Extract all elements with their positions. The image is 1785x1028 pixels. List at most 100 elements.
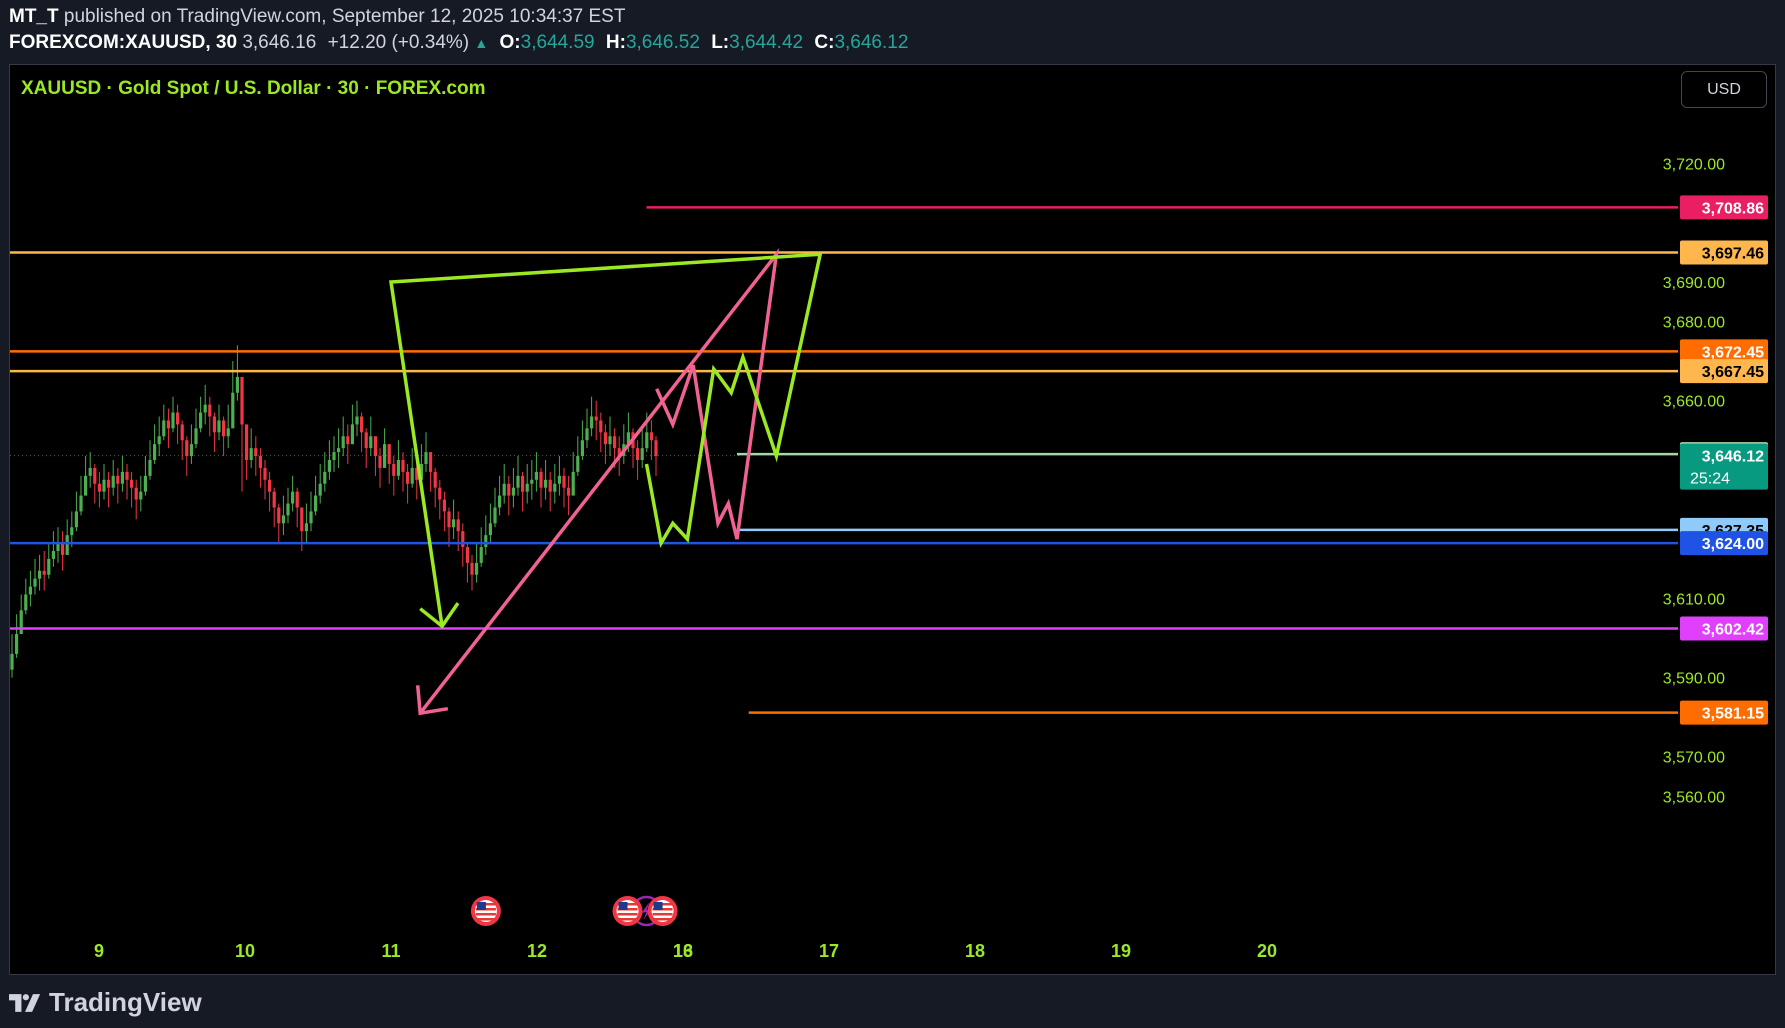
candle-body (28, 586, 32, 595)
candle-body (139, 491, 143, 500)
candle-body (383, 444, 387, 468)
candle-body (465, 547, 469, 563)
candle-body (314, 495, 318, 512)
currency-button[interactable]: USD (1681, 71, 1767, 108)
candle-body (116, 475, 120, 484)
candle-body (406, 471, 410, 484)
candle-body (74, 511, 78, 528)
candle-body (208, 404, 212, 417)
candle-body (300, 507, 304, 532)
candle-body (148, 460, 152, 476)
x-tick-label: 16 (673, 941, 693, 961)
candle-body (649, 432, 653, 441)
candle-body (470, 562, 474, 575)
candle-body (442, 499, 446, 512)
candle-body (107, 479, 111, 488)
price-tag-label: 3,708.86 (1702, 200, 1764, 217)
us-flag-stripe (475, 918, 496, 921)
price-tag-label: 3,581.15 (1702, 706, 1764, 723)
price-tag-label: 3,624.00 (1702, 536, 1764, 553)
candle-body (548, 479, 552, 492)
candle-body (19, 610, 23, 635)
candle-body (608, 436, 612, 445)
candle-body (281, 515, 285, 524)
candle-body (424, 452, 428, 464)
candle-body (61, 543, 65, 555)
candle-body (235, 376, 239, 393)
candle-body (309, 511, 313, 524)
candle-body (180, 424, 184, 441)
candle-body (84, 475, 88, 496)
candle-body (171, 412, 175, 429)
us-flag-stripe (652, 913, 673, 916)
price-tag-label: 3,667.45 (1702, 364, 1764, 381)
candle-body (557, 475, 561, 484)
candle-body (511, 487, 515, 496)
candle-body (341, 436, 345, 449)
pink-projection-path (418, 248, 780, 715)
candle-body (364, 432, 368, 449)
candle-body (120, 471, 124, 484)
candle-body (640, 448, 644, 460)
candle-body (176, 412, 180, 425)
candle-body (111, 475, 115, 488)
candle-body (452, 519, 456, 528)
candle-body (378, 456, 382, 468)
candle-body (134, 487, 138, 500)
candle-body (654, 440, 658, 457)
candle-body (636, 448, 640, 460)
candle-body (33, 578, 37, 587)
pane-title: XAUUSD · Gold Spot / U.S. Dollar · 30 · … (21, 78, 486, 99)
tradingview-logo[interactable]: TradingView (9, 987, 202, 1018)
candle-body (516, 475, 520, 488)
us-flag-icon (647, 896, 678, 926)
candle-body (493, 507, 497, 524)
candle-body (102, 479, 106, 492)
candle-body (594, 416, 598, 421)
candle-body (93, 467, 97, 484)
candle-body (599, 420, 603, 433)
candle-body (272, 491, 276, 508)
candle-body (488, 523, 492, 536)
candle-body (166, 420, 170, 429)
candle-body (373, 436, 377, 457)
candle-body (291, 491, 295, 504)
candle-body (199, 412, 203, 429)
x-tick-label: 9 (94, 941, 104, 961)
chart-canvas[interactable]: 3,720.00 3,690.00 3,680.00 3,660.00 3,610.00… (0, 0, 1785, 1028)
x-tick-label: 10 (235, 941, 255, 961)
candle-body (157, 436, 161, 445)
candle-body (544, 479, 548, 488)
x-tick-label: 18 (965, 941, 985, 961)
candle-body (645, 432, 649, 449)
candle-body (539, 471, 543, 488)
candle-body (143, 475, 147, 492)
candle-body (226, 428, 230, 437)
countdown-label: 25:24 (1690, 471, 1730, 488)
candle-body (429, 452, 433, 472)
candle-body (562, 475, 566, 488)
candle-body (350, 424, 354, 445)
candle-body (65, 535, 69, 555)
tradingview-icon (9, 993, 41, 1012)
candle-body (369, 436, 373, 449)
y-tick-label: 3,560.00 (1663, 789, 1725, 806)
us-flag-icon (470, 896, 501, 926)
candle-body (10, 653, 14, 670)
candle-body (97, 483, 101, 492)
candle-body (396, 460, 400, 476)
us-flag-stripe (475, 913, 496, 916)
candle-body (189, 444, 193, 457)
candle-body (240, 376, 244, 425)
candle-body (401, 460, 405, 472)
candle-body (534, 471, 538, 480)
candle-body (530, 479, 534, 484)
candle-body (194, 428, 198, 445)
x-tick-label: 20 (1257, 941, 1277, 961)
candle-body (51, 550, 55, 559)
candle-body (295, 491, 299, 508)
candle-body (24, 594, 28, 611)
candle-body (392, 463, 396, 476)
candle-body (277, 507, 281, 524)
candle-body (360, 416, 364, 433)
